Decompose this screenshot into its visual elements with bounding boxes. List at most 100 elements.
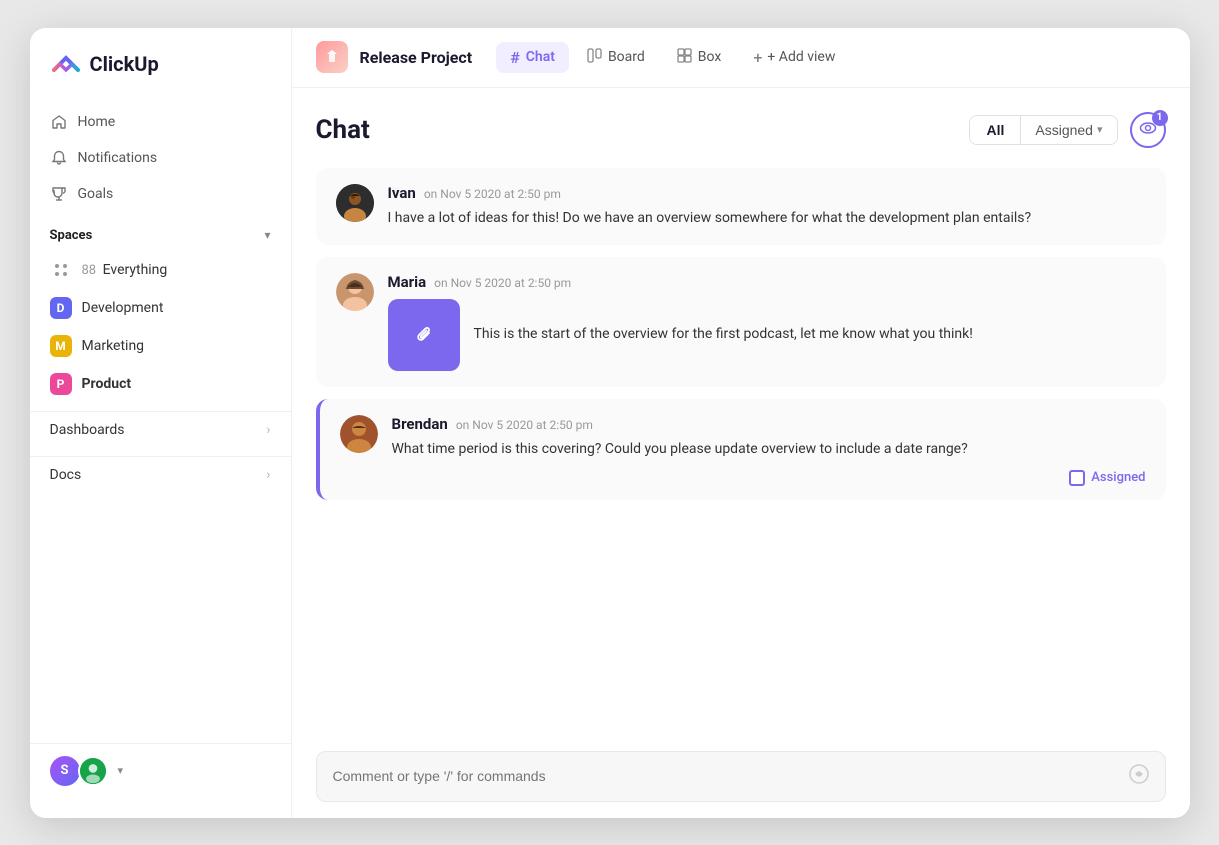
user-avatar-1: S <box>50 756 80 786</box>
ivan-author: Ivan <box>388 184 416 202</box>
ivan-message-content: Ivan on Nov 5 2020 at 2:50 pm I have a l… <box>388 184 1146 229</box>
send-icon <box>1129 764 1149 789</box>
main-content: Release Project # Chat Board <box>292 28 1190 818</box>
spaces-title: Spaces <box>50 228 93 243</box>
message-card: Ivan on Nov 5 2020 at 2:50 pm I have a l… <box>316 168 1166 245</box>
attachment-preview: This is the start of the overview for th… <box>388 299 1146 371</box>
sidebar-item-home-label: Home <box>78 114 116 130</box>
filter-assigned-label: Assigned <box>1035 122 1093 138</box>
product-badge: P <box>50 373 72 395</box>
home-icon <box>50 113 68 131</box>
tab-board[interactable]: Board <box>573 42 659 73</box>
watcher-badge: 1 <box>1152 110 1168 126</box>
assigned-checkbox[interactable] <box>1069 470 1085 486</box>
project-icon <box>316 41 348 73</box>
comment-input-wrapper <box>316 751 1166 802</box>
everything-icon <box>50 259 72 281</box>
dashboards-label: Dashboards <box>50 422 125 438</box>
sidebar: ClickUp Home Notifications Goals <box>30 28 292 818</box>
filter-all-button[interactable]: All <box>970 116 1020 144</box>
chat-area: Chat All Assigned ▾ 1 <box>292 88 1190 731</box>
add-view-button[interactable]: + + Add view <box>739 42 849 73</box>
sidebar-item-dashboards[interactable]: Dashboards › <box>30 411 291 448</box>
development-badge: D <box>50 297 72 319</box>
sidebar-item-development[interactable]: D Development <box>38 289 283 327</box>
header-tabs: # Chat Board Box <box>496 42 849 73</box>
brendan-message-content: Brendan on Nov 5 2020 at 2:50 pm What ti… <box>392 415 1146 484</box>
clickup-logo-icon <box>50 48 82 80</box>
filter-assigned-button[interactable]: Assigned ▾ <box>1020 116 1116 144</box>
chat-hash-icon: # <box>510 48 520 67</box>
comment-input[interactable] <box>333 768 1129 784</box>
ivan-avatar <box>336 184 374 222</box>
sidebar-item-everything[interactable]: 88 Everything <box>38 251 283 289</box>
maria-message-header: Maria on Nov 5 2020 at 2:50 pm <box>388 273 1146 291</box>
maria-avatar <box>336 273 374 311</box>
chat-title: Chat <box>316 115 370 145</box>
tab-board-label: Board <box>608 49 645 65</box>
sidebar-item-notifications-label: Notifications <box>78 150 158 166</box>
bell-icon <box>50 149 68 167</box>
assigned-label: Assigned <box>1091 470 1145 485</box>
docs-label: Docs <box>50 467 82 483</box>
sidebar-item-product[interactable]: P Product <box>38 365 283 403</box>
tab-chat-label: Chat <box>526 49 555 65</box>
product-label: Product <box>82 376 132 392</box>
brendan-time: on Nov 5 2020 at 2:50 pm <box>456 418 593 432</box>
logo-text: ClickUp <box>90 52 159 76</box>
messages-list: Ivan on Nov 5 2020 at 2:50 pm I have a l… <box>316 168 1166 731</box>
sidebar-footer[interactable]: S ▾ <box>30 743 291 798</box>
main-header: Release Project # Chat Board <box>292 28 1190 88</box>
add-view-plus-icon: + <box>753 48 762 67</box>
board-icon <box>587 48 602 67</box>
tab-box-label: Box <box>698 49 722 65</box>
watcher-button[interactable]: 1 <box>1130 112 1166 148</box>
sidebar-item-notifications[interactable]: Notifications <box>38 140 283 176</box>
brendan-avatar <box>340 415 378 453</box>
ivan-text: I have a lot of ideas for this! Do we ha… <box>388 208 1146 229</box>
trophy-icon <box>50 185 68 203</box>
marketing-badge: M <box>50 335 72 357</box>
brendan-author: Brendan <box>392 415 448 433</box>
sidebar-item-goals[interactable]: Goals <box>38 176 283 212</box>
sidebar-nav: Home Notifications Goals <box>30 104 291 212</box>
sidebar-item-goals-label: Goals <box>78 186 114 202</box>
docs-chevron-icon: › <box>266 467 270 483</box>
sidebar-item-docs[interactable]: Docs › <box>30 456 291 493</box>
brendan-message-header: Brendan on Nov 5 2020 at 2:50 pm <box>392 415 1146 433</box>
ivan-message-header: Ivan on Nov 5 2020 at 2:50 pm <box>388 184 1146 202</box>
box-icon <box>677 48 692 67</box>
everything-label: 88 Everything <box>82 262 168 278</box>
spaces-section: Spaces ▾ <box>30 228 291 243</box>
attachment-icon[interactable] <box>388 299 460 371</box>
filter-chevron-icon: ▾ <box>1097 123 1103 136</box>
assigned-tag[interactable]: Assigned <box>1069 470 1145 486</box>
comment-bar <box>292 739 1190 818</box>
space-list: 88 Everything D Development M Marketing … <box>30 251 291 403</box>
maria-author: Maria <box>388 273 427 291</box>
user-avatar-2 <box>78 756 108 786</box>
sidebar-item-home[interactable]: Home <box>38 104 283 140</box>
ivan-time: on Nov 5 2020 at 2:50 pm <box>424 187 561 201</box>
maria-message-content: Maria on Nov 5 2020 at 2:50 pm This is t… <box>388 273 1146 371</box>
add-view-label: + Add view <box>767 49 835 65</box>
message-card: Maria on Nov 5 2020 at 2:50 pm This is t… <box>316 257 1166 387</box>
chat-toolbar: Chat All Assigned ▾ 1 <box>316 112 1166 148</box>
spaces-chevron-icon: ▾ <box>264 228 270 242</box>
tab-chat[interactable]: # Chat <box>496 42 569 73</box>
brendan-text: What time period is this covering? Could… <box>392 439 1146 460</box>
logo[interactable]: ClickUp <box>30 48 291 104</box>
sidebar-item-marketing[interactable]: M Marketing <box>38 327 283 365</box>
maria-attachment-text: This is the start of the overview for th… <box>474 324 973 345</box>
spaces-header[interactable]: Spaces ▾ <box>50 228 271 243</box>
maria-time: on Nov 5 2020 at 2:50 pm <box>434 276 571 290</box>
dashboards-chevron-icon: › <box>266 422 270 438</box>
tab-box[interactable]: Box <box>663 42 736 73</box>
toolbar-right: All Assigned ▾ 1 <box>969 112 1165 148</box>
filter-group: All Assigned ▾ <box>969 115 1117 145</box>
footer-chevron-icon: ▾ <box>118 764 124 777</box>
project-title: Release Project <box>360 48 473 67</box>
development-label: Development <box>82 300 164 316</box>
marketing-label: Marketing <box>82 338 145 354</box>
message-card: Brendan on Nov 5 2020 at 2:50 pm What ti… <box>316 399 1166 500</box>
